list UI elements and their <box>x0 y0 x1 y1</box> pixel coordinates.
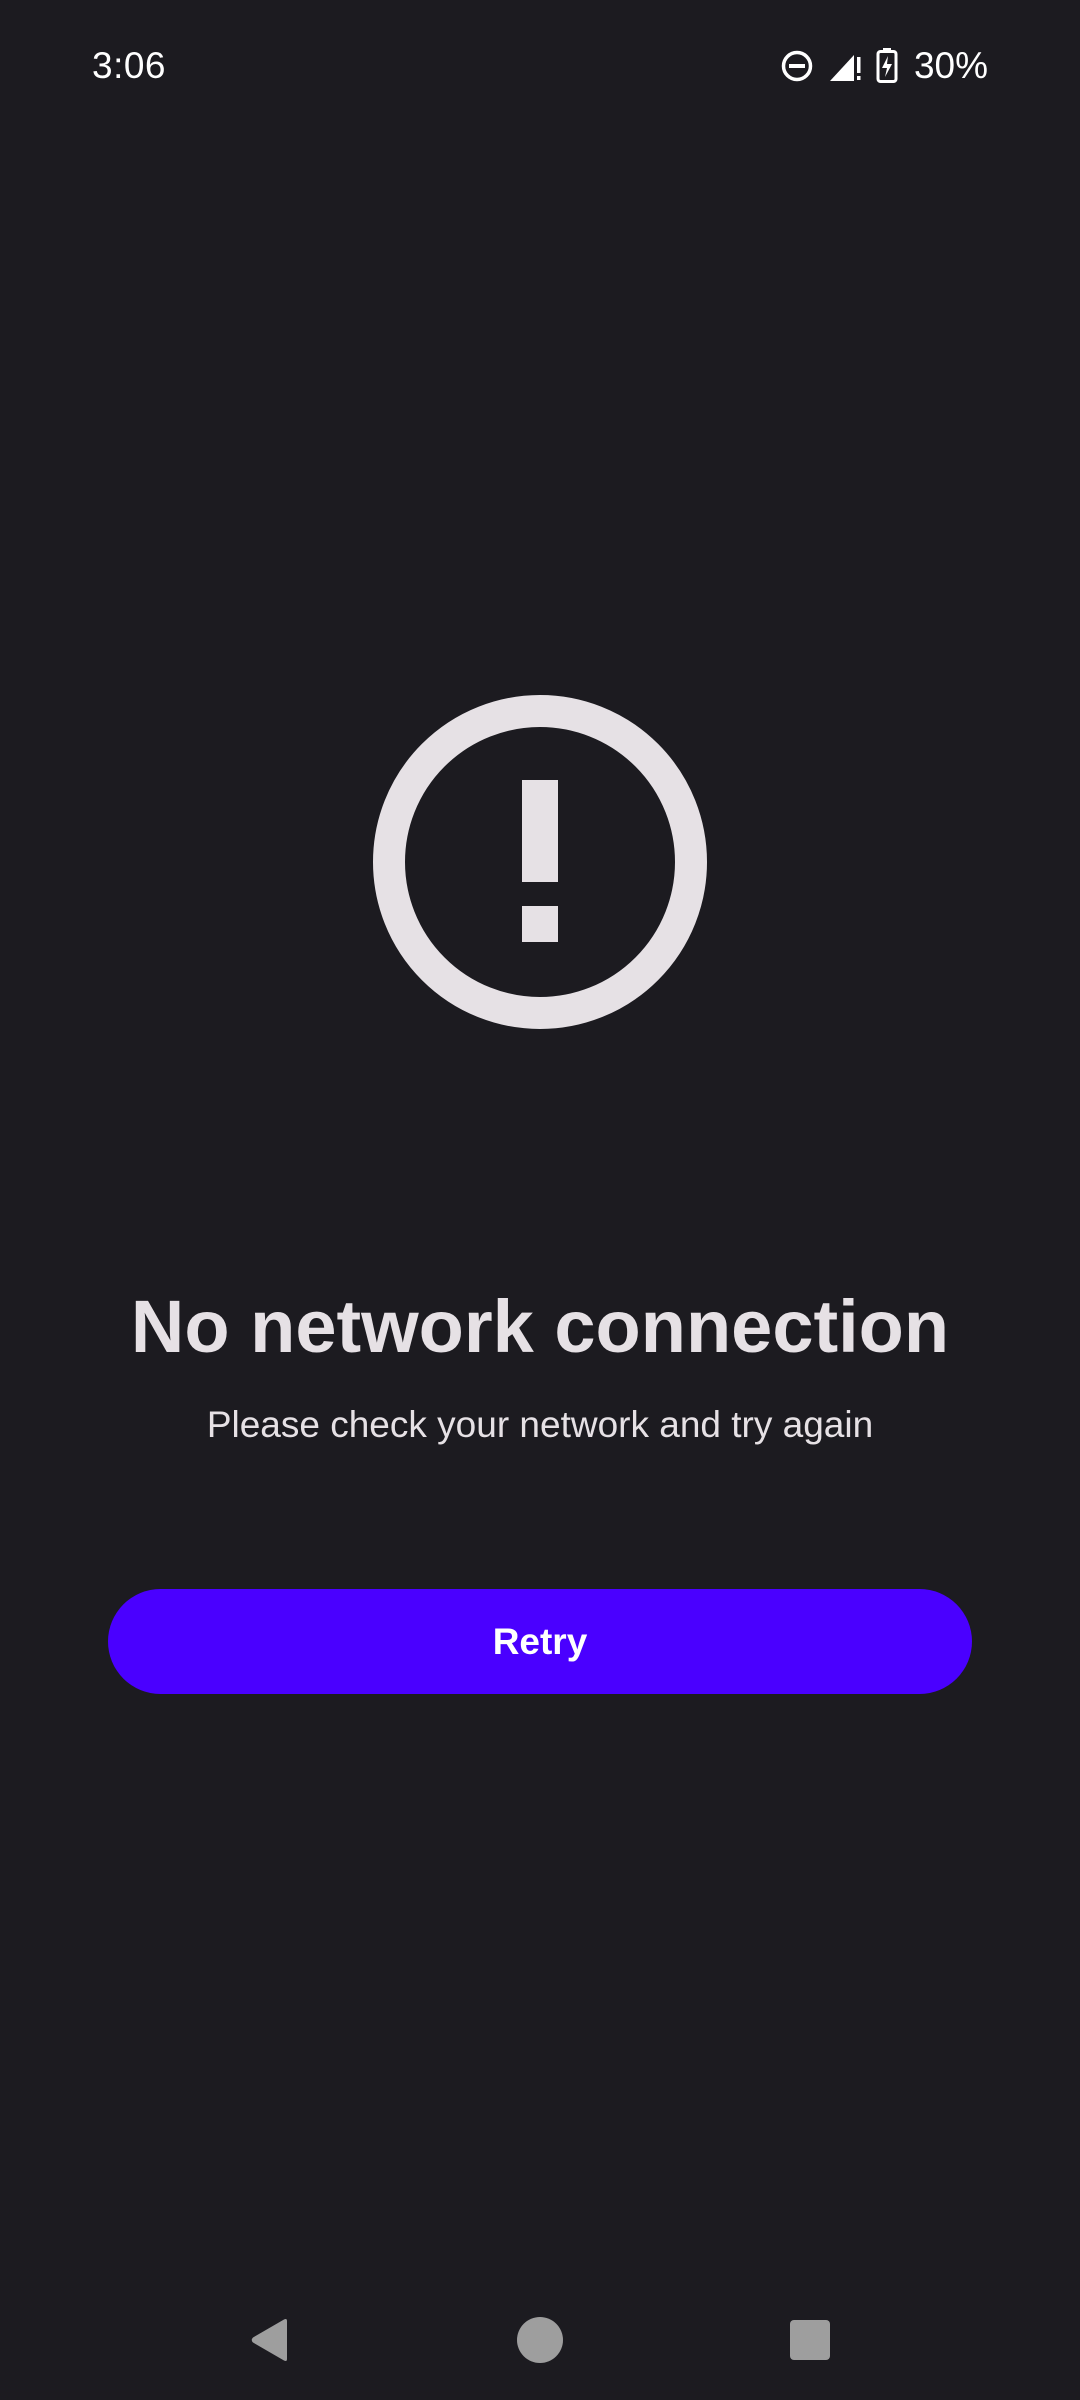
retry-button[interactable]: Retry <box>108 1589 972 1694</box>
back-icon[interactable] <box>240 2310 300 2370</box>
battery-percent: 30% <box>913 45 988 86</box>
status-icons: 30% <box>780 44 988 88</box>
error-message: Please check your network and try again <box>206 1404 874 1445</box>
no-network-screen: 3:06 30% No network connection Please ch… <box>0 0 1080 2400</box>
recents-icon[interactable] <box>780 2310 840 2370</box>
battery-charging-icon <box>876 48 898 84</box>
error-title: No network connection <box>130 1285 950 1368</box>
status-bar: 3:06 30% <box>0 0 1080 132</box>
status-time: 3:06 <box>92 45 167 86</box>
home-icon[interactable] <box>510 2310 570 2370</box>
signal-icon <box>828 49 862 83</box>
do-not-disturb-icon <box>780 49 814 83</box>
alert-circle-icon <box>372 694 708 1030</box>
